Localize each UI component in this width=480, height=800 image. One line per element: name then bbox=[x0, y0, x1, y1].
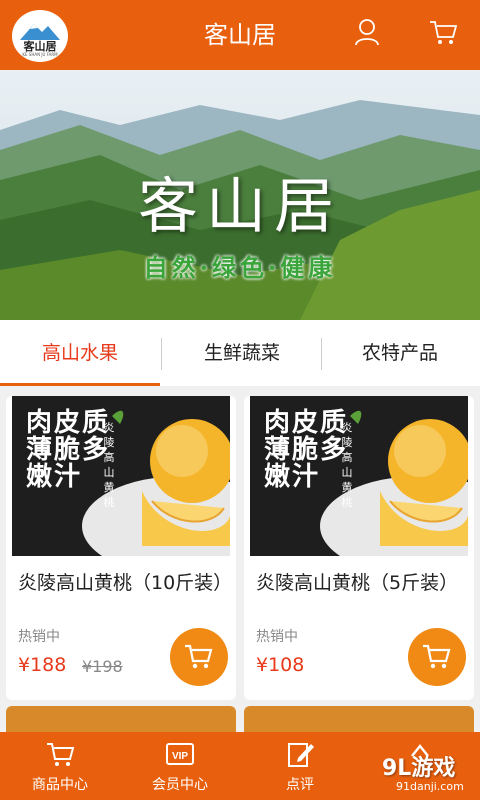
user-icon[interactable] bbox=[352, 17, 382, 47]
nav-item-products[interactable]: 商品中心 bbox=[0, 732, 120, 800]
watermark-main-text: 9L游戏 bbox=[382, 756, 456, 781]
product-original-price: ¥198 bbox=[82, 657, 123, 676]
product-image: 肉皮质薄脆多嫩汁 炎陵高山黄桃 bbox=[12, 396, 230, 556]
nav-label: 会员中心 bbox=[152, 777, 208, 793]
edit-icon bbox=[288, 743, 314, 767]
active-tab-indicator bbox=[0, 383, 160, 386]
cart-icon bbox=[423, 644, 451, 669]
svg-text:VIP: VIP bbox=[172, 751, 188, 762]
product-price: ¥188 bbox=[18, 654, 67, 676]
cart-icon bbox=[185, 644, 213, 669]
site-watermark: 9L游戏 91danji.com bbox=[340, 748, 480, 800]
product-image-vertical-text: 炎陵高山黄桃 bbox=[341, 421, 353, 509]
banner-title: 客山居 bbox=[138, 172, 342, 242]
banner-carousel[interactable]: 客山居 自然·绿色·健康 bbox=[0, 70, 480, 320]
nav-label: 商品中心 bbox=[32, 777, 88, 793]
cart-icon[interactable] bbox=[428, 17, 458, 47]
product-card[interactable]: 肉皮质薄脆多嫩汁 炎陵高山黄桃 炎陵高山黄桃（10斤装） 热销中 ¥188 ¥1… bbox=[6, 396, 236, 700]
product-name[interactable]: 炎陵高山黄桃（5斤装） bbox=[256, 568, 466, 598]
category-tabs: 高山水果 生鲜蔬菜 农特产品 bbox=[0, 320, 480, 386]
product-card[interactable]: 肉皮质薄脆多嫩汁 炎陵高山黄桃 炎陵高山黄桃（5斤装） 热销中 ¥108 bbox=[244, 396, 474, 700]
banner-slogan: 自然·绿色·健康 bbox=[143, 253, 337, 282]
watermark-url: 91danji.com bbox=[396, 780, 464, 793]
nav-item-member[interactable]: VIP 会员中心 bbox=[120, 732, 240, 800]
product-status: 热销中 bbox=[18, 629, 60, 645]
vip-icon: VIP bbox=[166, 743, 194, 765]
add-to-cart-button[interactable] bbox=[408, 628, 466, 686]
tab-fresh-vegetables[interactable]: 生鲜蔬菜 bbox=[162, 320, 322, 386]
tab-mountain-fruit[interactable]: 高山水果 bbox=[0, 320, 160, 386]
tab-specialty-products[interactable]: 农特产品 bbox=[320, 320, 480, 386]
cart-icon bbox=[47, 743, 75, 766]
product-price: ¥108 bbox=[256, 654, 305, 676]
product-image-vertical-text: 炎陵高山黄桃 bbox=[103, 421, 115, 509]
add-to-cart-button[interactable] bbox=[170, 628, 228, 686]
top-bar: 客山居 KE SHAN JU FARM 客山居 bbox=[0, 0, 480, 70]
product-image: 肉皮质薄脆多嫩汁 炎陵高山黄桃 bbox=[250, 396, 468, 556]
product-name[interactable]: 炎陵高山黄桃（10斤装） bbox=[18, 568, 232, 598]
product-status: 热销中 bbox=[256, 629, 298, 645]
page-title: 客山居 bbox=[204, 21, 276, 49]
